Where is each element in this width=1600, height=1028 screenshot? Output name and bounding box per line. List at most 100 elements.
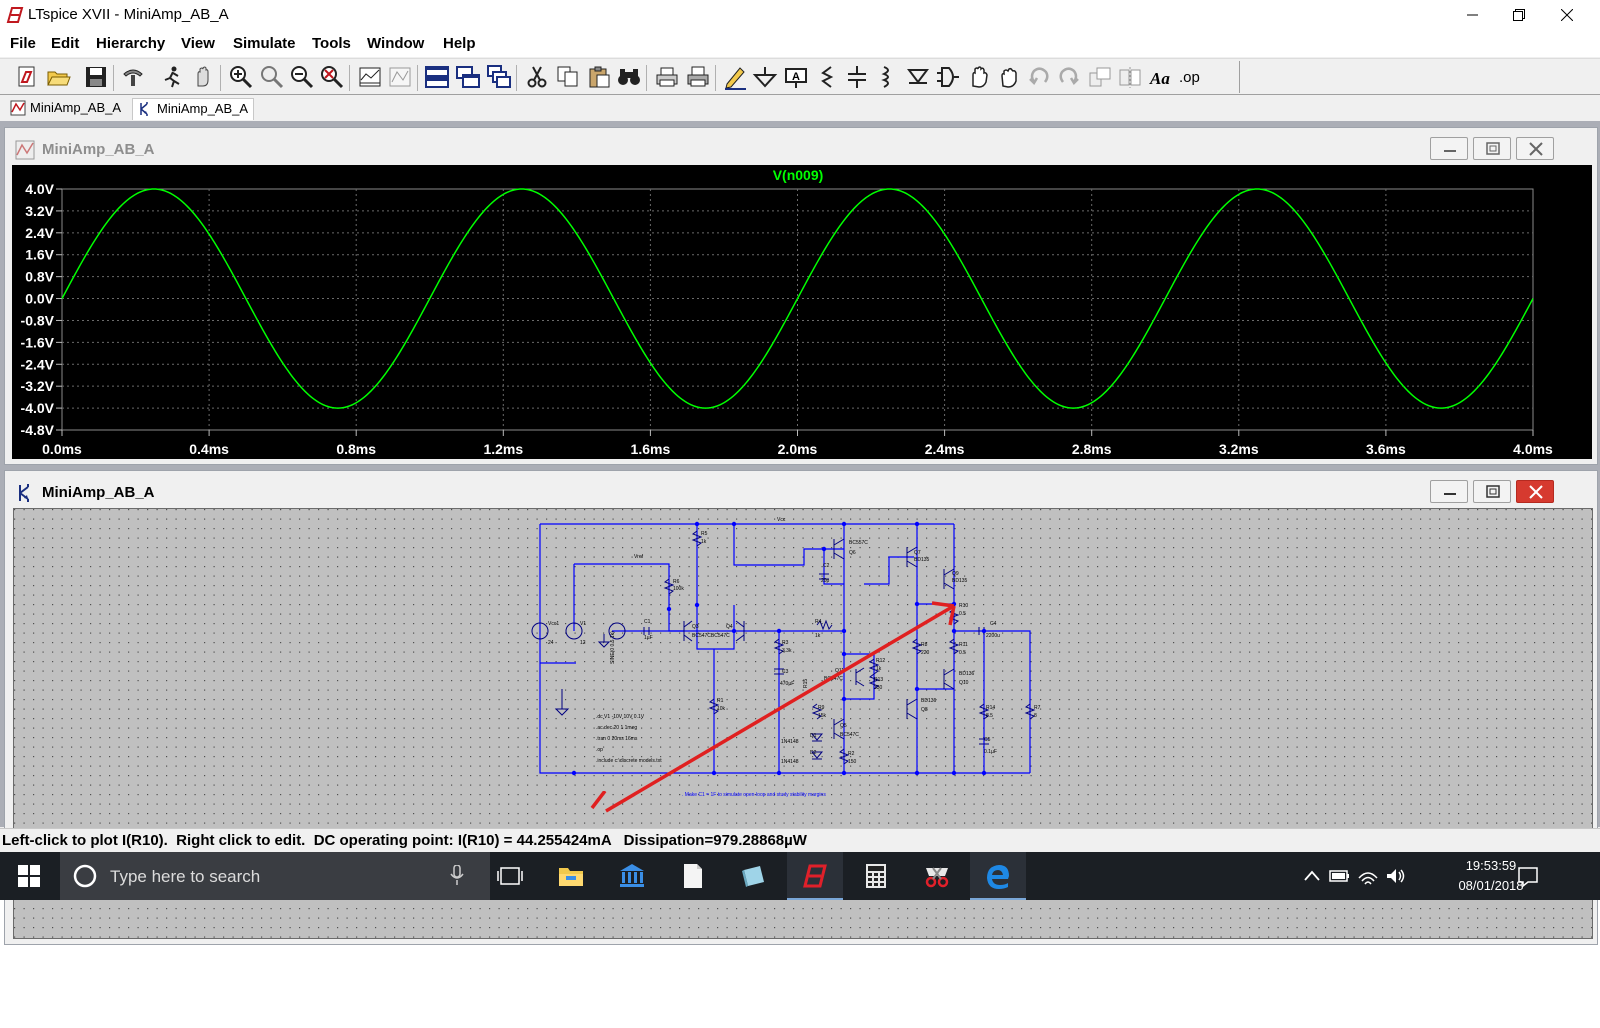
label-r10[interactable]: R10 [959,603,968,609]
value-r5[interactable]: 1k [701,539,707,545]
value-r14[interactable]: 8.5 [986,713,993,719]
task-view-icon[interactable] [482,852,538,900]
draw-wire-icon[interactable] [722,64,748,90]
value-r6[interactable]: 100k [673,586,684,592]
label-r9[interactable]: R9 [818,705,825,711]
mark-unused-icon[interactable] [387,64,413,90]
label-c4[interactable]: C4 [990,621,997,627]
value-c5[interactable]: 0.1µF [984,749,997,755]
zoom-in-icon[interactable] [228,64,254,90]
microphone-icon[interactable] [450,865,464,887]
tray-overflow-icon[interactable] [1300,866,1324,886]
capacitor-icon[interactable] [844,64,870,90]
value-r11[interactable]: 0.5 [959,650,966,656]
volume-icon[interactable] [1384,866,1408,886]
label-c1[interactable]: C1 [644,619,651,625]
value-r13[interactable]: 330 [874,685,883,691]
value-r2[interactable]: 150 [848,759,857,765]
notepad-icon[interactable] [726,852,782,900]
print-setup-icon[interactable] [654,64,680,90]
value-d1[interactable]: 1N4148 [781,739,799,745]
component-icon[interactable] [935,64,961,90]
wifi-icon[interactable] [1356,866,1380,886]
directive-dc[interactable]: .dc V1 -10V 10V 0.1V [596,714,645,720]
menu-hierarchy[interactable]: Hierarchy [96,35,165,52]
ltspice-icon[interactable] [787,852,843,900]
value-c1[interactable]: 1µF [644,635,653,641]
value-r7[interactable]: 8 [1034,713,1037,719]
zoom-full-icon[interactable] [259,64,285,90]
paste-icon[interactable] [586,64,612,90]
start-button[interactable] [0,852,58,900]
value-d2[interactable]: 1N4148 [781,759,799,765]
label-q7[interactable]: Q7 [914,550,921,556]
calculator-icon[interactable] [848,852,904,900]
zoom-out-icon[interactable] [289,64,315,90]
label-c3[interactable]: C3 [782,669,789,675]
menu-window[interactable]: Window [367,35,424,52]
battery-icon[interactable] [1328,866,1352,886]
schematic-minimize-button[interactable] [1430,480,1468,503]
waveform-chart-svg[interactable]: V(n009) 4.0V 3.2V 2.4V 1.6V 0.8V 0.0V -0.8V -1.… [12,165,1592,459]
open-icon[interactable] [45,64,71,90]
label-r1[interactable]: R1 [717,698,724,704]
ground-icon[interactable] [752,64,778,90]
value-r1[interactable]: 10k [717,706,726,712]
directive-include[interactable]: .include c:\discrete models.txt [596,758,662,764]
label-r14[interactable]: R14 [986,705,995,711]
undo-icon[interactable] [1026,64,1052,90]
chart-title[interactable]: V(n009) [773,167,824,183]
zoom-cancel-icon[interactable] [319,64,345,90]
value-vcc1[interactable]: 24 [548,640,554,646]
waveform-maximize-button[interactable] [1473,137,1511,160]
cascade-icon[interactable] [486,64,512,90]
label-d2[interactable]: D2 [810,750,817,756]
spice-directive-icon[interactable]: .op [1178,64,1204,90]
directive-ac[interactable]: .ac dec 20 1 1meg [596,725,637,731]
snipping-icon[interactable] [909,852,965,900]
halt-icon[interactable] [190,64,216,90]
move-icon[interactable] [966,64,992,90]
text-icon[interactable]: Aa [1148,64,1174,90]
label-d1[interactable]: D1 [810,733,817,739]
mirror-icon[interactable] [1117,64,1143,90]
label-vcc1[interactable]: Vcc1 [548,621,559,627]
label-v1[interactable]: V1 [580,621,586,627]
waveform-window-titlebar[interactable]: MiniAmp_AB_A [5,128,1597,164]
directive-op[interactable]: .op [596,747,603,753]
file-explorer-icon[interactable] [543,852,599,900]
value-v1[interactable]: 12 [580,640,586,646]
autorange-icon[interactable] [357,64,383,90]
value-q7[interactable]: BD135 [914,557,930,563]
new-schematic-icon[interactable] [14,64,40,90]
label-r2[interactable]: R2 [848,751,855,757]
redo-icon[interactable] [1056,64,1082,90]
label-q3[interactable]: Q3 [692,624,699,630]
net-label-vref[interactable]: Vref [634,554,644,560]
label-r13[interactable]: R13 [874,677,883,683]
menu-help[interactable]: Help [443,35,476,52]
close-button[interactable] [1544,0,1590,31]
label-c2[interactable]: C2 [823,563,830,569]
edge-icon[interactable] [970,852,1026,900]
schematic-close-button[interactable] [1516,480,1554,503]
value-r10[interactable]: 0.5 [959,611,966,617]
menu-simulate[interactable]: Simulate [233,35,296,52]
save-icon[interactable] [83,64,109,90]
value-r8[interactable]: 220 [921,650,930,656]
value-q10[interactable]: BD136 [959,671,975,677]
label-r5[interactable]: R5 [701,531,708,537]
label-r15[interactable]: R15 [803,679,809,688]
bank-icon[interactable] [604,852,660,900]
tab-schematic[interactable]: MiniAmp_AB_A [132,98,254,120]
label-r8[interactable]: R8 [921,642,928,648]
tile-vertical-icon[interactable] [455,64,481,90]
tab-waveform[interactable]: MiniAmp_AB_A [6,98,130,120]
menu-edit[interactable]: Edit [51,35,79,52]
print-icon[interactable] [685,64,711,90]
directive-tran[interactable]: .tran 0 20ms 16ms [596,736,638,742]
label-r11[interactable]: R11 [959,642,968,648]
value-r4[interactable]: 1k [815,633,821,639]
value-v2-source[interactable]: SINE(0 0.5 1k) [610,631,616,664]
value-q9[interactable]: BD135 [952,578,968,584]
